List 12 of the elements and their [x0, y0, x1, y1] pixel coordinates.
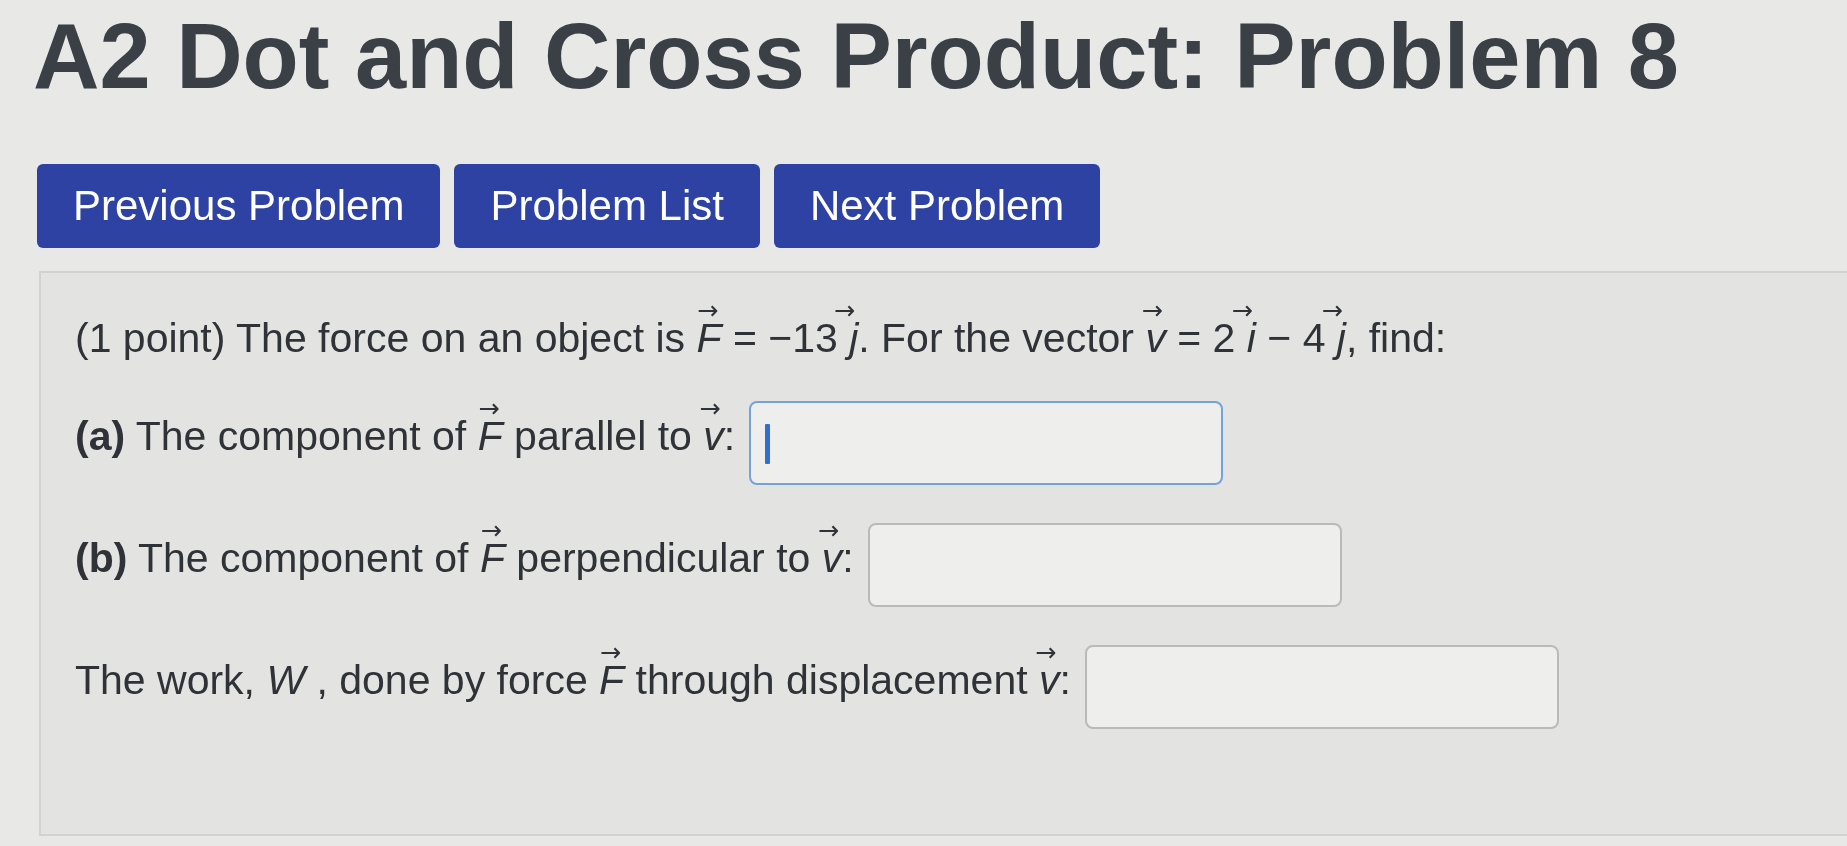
problem-statement: (1 point) The force on an object is F$^{→}$ = −13 j$^{→}$. For the vector v$^{→}$ = 2 i$^{→}$ − 4 j$^{→}$, find: [75, 303, 1447, 363]
question-label: The work, W , done by force F$^{→}$ through displacement v$^{→}$: [75, 645, 1071, 705]
answer-field[interactable] [749, 401, 1224, 485]
answer-field[interactable] [1084, 645, 1559, 729]
nav-button[interactable]: Previous Problem [37, 164, 441, 248]
answer-field[interactable] [867, 523, 1342, 607]
question-label: (b) The component of F$^{→}$ perpendicular to v$^{→}$: [75, 523, 854, 583]
question-label: (a) The component of F$^{→}$ parallel to v$^{→}$: [75, 401, 736, 461]
text-cursor [765, 424, 771, 464]
nav-button[interactable]: Problem List [454, 164, 760, 248]
nav-button[interactable]: Next Problem [773, 164, 1101, 248]
page-title: A2 Dot and Cross Product: Problem 8 [33, 6, 1680, 106]
